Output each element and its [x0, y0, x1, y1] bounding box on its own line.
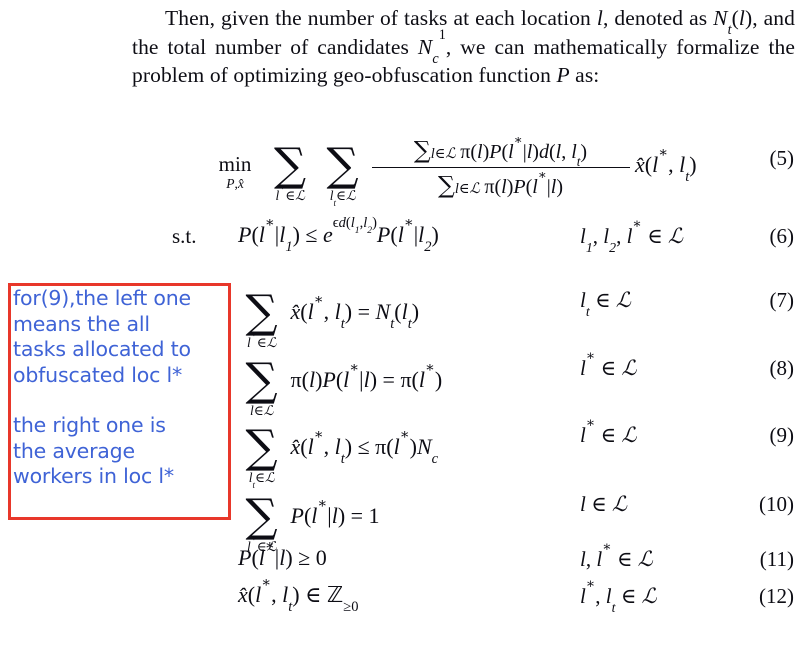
equation-6-lhs: P(l∗|l1) ≤ eϵd(l1,l2)P(l∗|l2) — [238, 214, 439, 256]
equation-number-10: (10) — [759, 492, 794, 516]
equation-number-7: (7) — [769, 288, 795, 312]
equation-8-lhs: ∑ l∈ℒ π(l)P(l∗|l) = π(l∗) — [245, 352, 443, 419]
annotation-line-4: obfuscated loc l* — [13, 362, 183, 387]
intro-paragraph: Then, given the number of tasks at each … — [132, 6, 796, 88]
annotation-line-2: means the all — [13, 311, 150, 336]
annotation-line-3: tasks allocated to — [13, 337, 191, 361]
equation-number-11: (11) — [759, 547, 794, 571]
equation-9-domain: l∗ ∈ ℒ — [580, 415, 636, 447]
equation-11-domain: l, l∗ ∈ ℒ — [580, 539, 653, 571]
equation-7-domain: lt ∈ ℒ — [580, 288, 631, 319]
equation-10-domain: l ∈ ℒ — [580, 492, 627, 516]
equation-number-9: (9) — [769, 423, 795, 447]
annotation-line-5: the right one is — [13, 413, 166, 437]
paren-close: ) — [744, 6, 753, 30]
fraction-denominator: ∑l∈ℒ π(l)P(l∗|l) — [437, 166, 564, 199]
equation-8-domain: l∗ ∈ ℒ — [580, 348, 636, 380]
fraction-numerator: ∑l∈ℒ π(l)P(l∗|l)d(l, lt) — [413, 131, 588, 170]
var-P: P — [556, 63, 570, 88]
equation-6-domain: l1, l2, l∗ ∈ ℒ — [580, 216, 683, 255]
annotation-line-6: the average — [13, 438, 135, 463]
equation-number-8: (8) — [769, 356, 795, 380]
equation-number-6: (6) — [769, 224, 795, 248]
equation-number-5: (5) — [769, 146, 795, 170]
subject-to-label: s.t. — [172, 224, 197, 248]
equation-11-lhs: P(l∗|l) ≥ 0 — [238, 537, 327, 570]
annotation-line-gap — [13, 388, 231, 413]
equation-row-12: x̂(l∗, lt) ∈ ℤ≥0 l∗, lt ∈ ℒ (12) — [0, 574, 808, 616]
footnote-marker-1: 1 — [438, 26, 446, 43]
annotation-line-1: for(9),the left one — [13, 286, 191, 310]
var-Nt: N — [713, 6, 728, 30]
var-Nc: N — [417, 34, 433, 59]
equation-10-lhs: ∑ l∗∈ℒ P(l∗|l) = 1 — [245, 488, 380, 555]
equation-9-lhs: ∑ lt∈ℒ x̂(l∗, lt) ≤ π(l∗)Nc — [245, 419, 439, 490]
var-Nt-subscript: t — [727, 21, 732, 38]
var-Nc-subscript: c — [432, 50, 439, 67]
var-l: l — [596, 6, 603, 30]
equation-7-lhs: ∑ l∗∈ℒ x̂(l∗, lt) = Nt(lt) — [245, 284, 420, 351]
equation-row-11: P(l∗|l) ≥ 0 l, l∗ ∈ ℒ (11) — [0, 537, 808, 576]
equation-5-lhs: min P,x̂ ∑ l∗∈ℒ ∑ lt∈ℒ ∑l∈ℒ π(l)P(l∗|l)d… — [218, 131, 697, 208]
equation-12-lhs: x̂(l∗, lt) ∈ ℤ≥0 — [238, 574, 359, 616]
annotation-line-7: workers in loc l* — [13, 464, 174, 488]
objective-trailing-term: x̂(l∗, lt) — [635, 144, 697, 186]
equation-row-5: min P,x̂ ∑ l∗∈ℒ ∑ lt∈ℒ ∑l∈ℒ π(l)P(l∗|l)d… — [0, 122, 808, 210]
equation-number-12: (12) — [759, 584, 794, 608]
annotation-text: for(9),the left one means the all tasks … — [13, 286, 231, 490]
equation-row-6: s.t. P(l∗|l1) ≤ eϵd(l1,l2)P(l∗|l2) l1, l… — [0, 210, 808, 270]
equation-12-domain: l∗, lt ∈ ℒ — [580, 576, 657, 615]
paren-open: ( — [731, 6, 739, 30]
